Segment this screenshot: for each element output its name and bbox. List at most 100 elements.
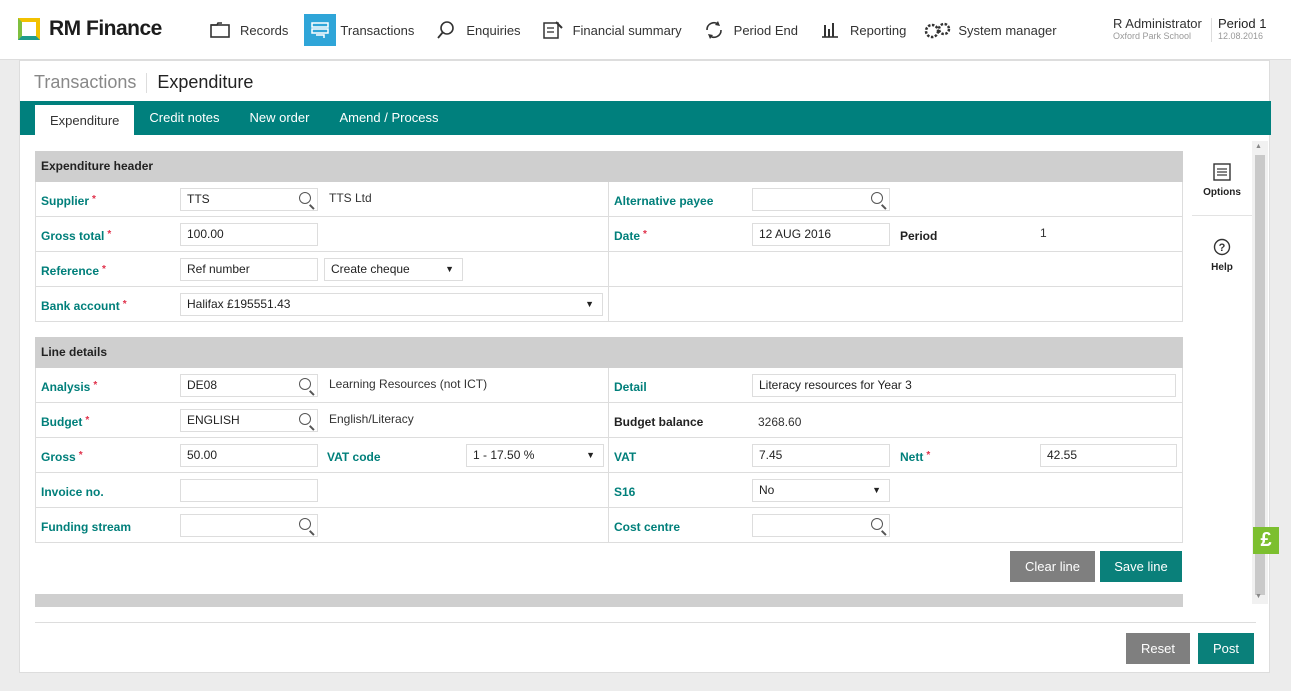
main-nav: Records Transactions Enquiries Financial…	[198, 10, 1067, 50]
budget-input[interactable]: ENGLISH	[180, 409, 318, 432]
nav-transactions-label: Transactions	[340, 22, 415, 38]
folder-icon	[204, 14, 236, 46]
app-name: RM Finance	[49, 17, 162, 40]
search-icon	[430, 14, 462, 46]
gross-label: Gross *	[41, 450, 83, 464]
svg-text:?: ?	[1219, 242, 1226, 254]
dropdown-arrow-icon: ▼	[445, 264, 454, 274]
s16-select[interactable]: No ▼	[752, 479, 890, 502]
section-heading-line-details: Line details	[35, 337, 1183, 368]
budget-balance-label: Budget balance	[614, 415, 704, 429]
nav-reporting[interactable]: Reporting	[808, 10, 912, 50]
analysis-description: Learning Resources (not ICT)	[329, 377, 488, 391]
app-logo[interactable]: RM Finance	[18, 17, 162, 41]
help-label: Help	[1211, 262, 1233, 273]
detail-input[interactable]: Literacy resources for Year 3	[752, 374, 1176, 397]
invoice-label: Invoice no.	[41, 485, 104, 499]
alternative-payee-input[interactable]	[752, 188, 890, 211]
gross-total-input[interactable]: 100.00	[180, 223, 318, 246]
payment-method-select[interactable]: Create cheque ▼	[324, 258, 463, 281]
breadcrumb: Transactions Expenditure	[34, 72, 253, 93]
reset-button[interactable]: Reset	[1126, 633, 1190, 664]
funding-stream-input[interactable]	[180, 514, 318, 537]
date-input[interactable]: 12 AUG 2016	[752, 223, 890, 246]
current-period[interactable]: Period 1 12.08.2016	[1211, 17, 1266, 42]
form-row: Analysis * DE08 Learning Resources (not I…	[35, 368, 1183, 403]
scroll-down-icon[interactable]: ▼	[1255, 593, 1262, 600]
nav-records[interactable]: Records	[198, 10, 294, 50]
search-icon[interactable]	[299, 378, 311, 390]
scroll-up-icon[interactable]: ▲	[1255, 143, 1262, 150]
vat-code-select[interactable]: 1 - 17.50 % ▼	[466, 444, 604, 467]
bar-chart-icon	[814, 14, 846, 46]
gross-input[interactable]: 50.00	[180, 444, 318, 467]
top-bar: RM Finance Records Transactions Enquirie…	[0, 0, 1291, 60]
divider	[35, 622, 1256, 623]
help-button[interactable]: ? Help	[1192, 216, 1252, 291]
date-label: Date *	[614, 229, 647, 243]
page-title: Expenditure	[157, 72, 254, 92]
s16-label: S16	[614, 485, 636, 499]
dropdown-arrow-icon: ▼	[872, 485, 881, 495]
user-info[interactable]: R Administrator Oxford Park School	[1113, 16, 1202, 42]
tab-amend-process[interactable]: Amend / Process	[324, 101, 453, 135]
nav-transactions[interactable]: Transactions	[298, 10, 420, 50]
nav-reporting-label: Reporting	[849, 22, 907, 38]
user-name: R Administrator	[1113, 16, 1202, 31]
form-row: Supplier * TTS TTS Ltd Alternative payee	[35, 182, 1183, 217]
period-field-label: Period	[900, 229, 938, 243]
clear-line-button[interactable]: Clear line	[1010, 551, 1095, 582]
budget-label: Budget *	[41, 415, 90, 429]
tab-bar: Expenditure Credit notes New order Amend…	[20, 101, 1271, 135]
collapsed-section-header	[35, 594, 1183, 607]
budget-balance-value: 3268.60	[758, 415, 802, 429]
vat-input[interactable]: 7.45	[752, 444, 890, 467]
options-button[interactable]: Options	[1192, 141, 1252, 216]
analysis-input[interactable]: DE08	[180, 374, 318, 397]
transactions-icon	[304, 14, 337, 46]
invoice-input[interactable]	[180, 479, 318, 502]
nett-input[interactable]: 42.55	[1040, 444, 1177, 467]
reference-input[interactable]: Ref number	[180, 258, 318, 281]
dropdown-arrow-icon: ▼	[586, 450, 595, 460]
budget-description: English/Literacy	[329, 412, 414, 426]
cost-centre-input[interactable]	[752, 514, 890, 537]
supplier-label: Supplier *	[41, 194, 96, 208]
user-school: Oxford Park School	[1113, 31, 1192, 41]
options-label: Options	[1203, 187, 1241, 198]
side-panel: Options ? Help	[1192, 141, 1252, 291]
tab-credit-notes[interactable]: Credit notes	[134, 101, 234, 135]
dropdown-arrow-icon: ▼	[585, 299, 594, 309]
nav-period-end-label: Period End	[733, 22, 798, 38]
search-icon[interactable]	[299, 518, 311, 530]
nav-records-label: Records	[240, 22, 289, 38]
breadcrumb-separator	[146, 72, 148, 93]
save-line-button[interactable]: Save line	[1100, 551, 1182, 582]
gross-total-label: Gross total *	[41, 229, 112, 243]
breadcrumb-parent[interactable]: Transactions	[34, 72, 136, 93]
search-icon[interactable]	[871, 192, 883, 204]
analysis-label: Analysis *	[41, 380, 98, 394]
help-icon: ?	[1213, 238, 1231, 256]
nav-period-end[interactable]: Period End	[692, 10, 804, 50]
nav-financial-summary-label: Financial summary	[572, 22, 682, 38]
nav-enquiries[interactable]: Enquiries	[424, 10, 526, 50]
post-button[interactable]: Post	[1198, 633, 1254, 664]
vat-code-label: VAT code	[327, 450, 381, 464]
search-icon[interactable]	[299, 413, 311, 425]
search-icon[interactable]	[299, 192, 311, 204]
logo-mark-icon	[18, 18, 40, 40]
bank-account-select[interactable]: Halifax £195551.43 ▼	[180, 293, 603, 316]
supplier-input[interactable]: TTS	[180, 188, 318, 211]
period-field-value: 1	[1040, 226, 1047, 240]
currency-icon[interactable]: £	[1253, 527, 1279, 554]
nav-enquiries-label: Enquiries	[466, 22, 521, 38]
tab-new-order[interactable]: New order	[234, 101, 324, 135]
tab-expenditure[interactable]: Expenditure	[35, 105, 135, 135]
section-heading-header: Expenditure header	[35, 151, 1183, 182]
nav-system-manager[interactable]: System manager	[916, 10, 1062, 50]
nav-system-manager-label: System manager	[958, 22, 1057, 38]
search-icon[interactable]	[871, 518, 883, 530]
nav-financial-summary[interactable]: Financial summary	[531, 10, 688, 50]
form-row: Gross * 50.00 VAT code 1 - 17.50 % ▼ VAT 7…	[35, 438, 1183, 473]
